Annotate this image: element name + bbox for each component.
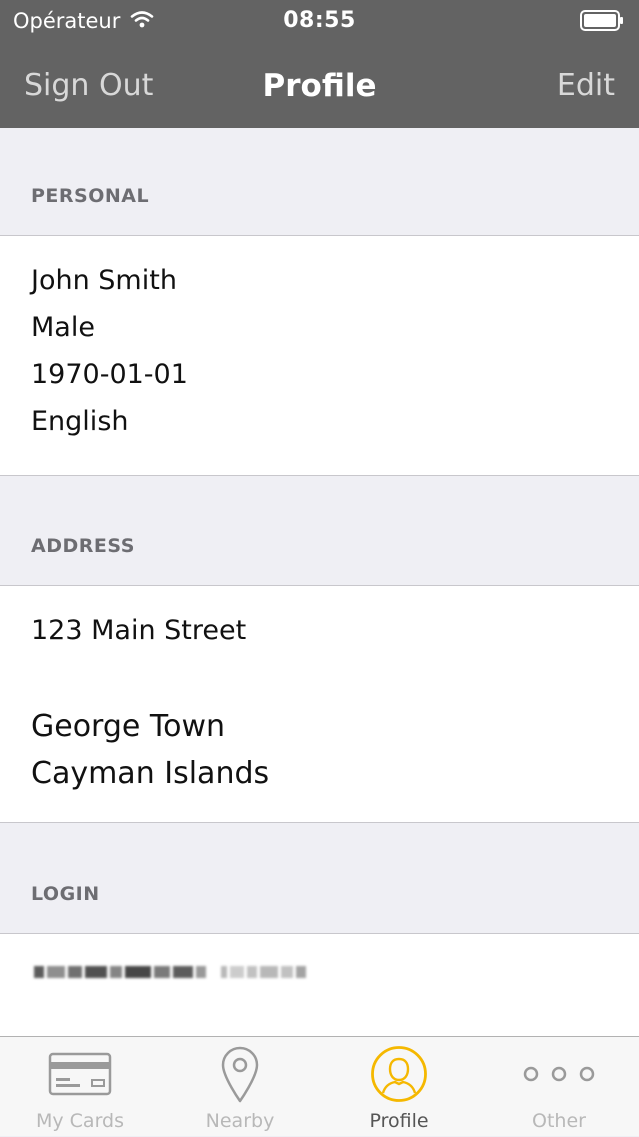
profile-birthdate: 1970-01-01 <box>31 359 188 390</box>
tab-bar: My Cards Nearby Profile Other <box>0 1036 639 1136</box>
nav-bar: Sign Out Profile Edit <box>0 42 639 128</box>
tab-my-cards[interactable]: My Cards <box>0 1037 160 1137</box>
profile-language: English <box>31 406 129 437</box>
tab-label-my-cards: My Cards <box>35 1110 125 1132</box>
section-title-login: LOGIN <box>31 883 100 905</box>
section-personal: John Smith Male 1970-01-01 English <box>0 235 639 476</box>
tab-label-nearby: Nearby <box>205 1110 275 1132</box>
clock: 08:55 <box>283 8 356 33</box>
tab-profile[interactable]: Profile <box>319 1037 479 1137</box>
address-city: George Town <box>31 709 226 744</box>
address-country: Cayman Islands <box>31 756 270 791</box>
section-header-personal: PERSONAL <box>0 128 639 235</box>
map-pin-icon <box>160 1043 320 1105</box>
section-header-login: LOGIN <box>0 823 639 933</box>
address-street: 123 Main Street <box>31 615 247 646</box>
status-bar: Opérateur 08:55 <box>0 0 639 42</box>
section-title-address: ADDRESS <box>31 535 135 557</box>
credit-card-icon <box>0 1043 160 1105</box>
user-icon <box>319 1043 479 1105</box>
more-icon <box>479 1043 639 1105</box>
page-title: Profile <box>262 68 377 104</box>
section-address: 123 Main Street George Town Cayman Islan… <box>0 585 639 823</box>
tab-nearby[interactable]: Nearby <box>160 1037 320 1137</box>
tab-label-other: Other <box>532 1110 586 1132</box>
profile-name: John Smith <box>31 265 177 296</box>
header: Opérateur 08:55 Sign Out Profile Edit <box>0 0 639 128</box>
section-title-personal: PERSONAL <box>31 185 150 207</box>
redacted-login-email <box>34 966 306 978</box>
tab-label-profile: Profile <box>369 1110 429 1132</box>
tab-other[interactable]: Other <box>479 1037 639 1137</box>
profile-gender: Male <box>31 312 95 343</box>
section-header-address: ADDRESS <box>0 476 639 585</box>
edit-button[interactable]: Edit <box>557 68 615 104</box>
battery-icon <box>580 10 624 31</box>
section-login <box>0 933 639 1037</box>
